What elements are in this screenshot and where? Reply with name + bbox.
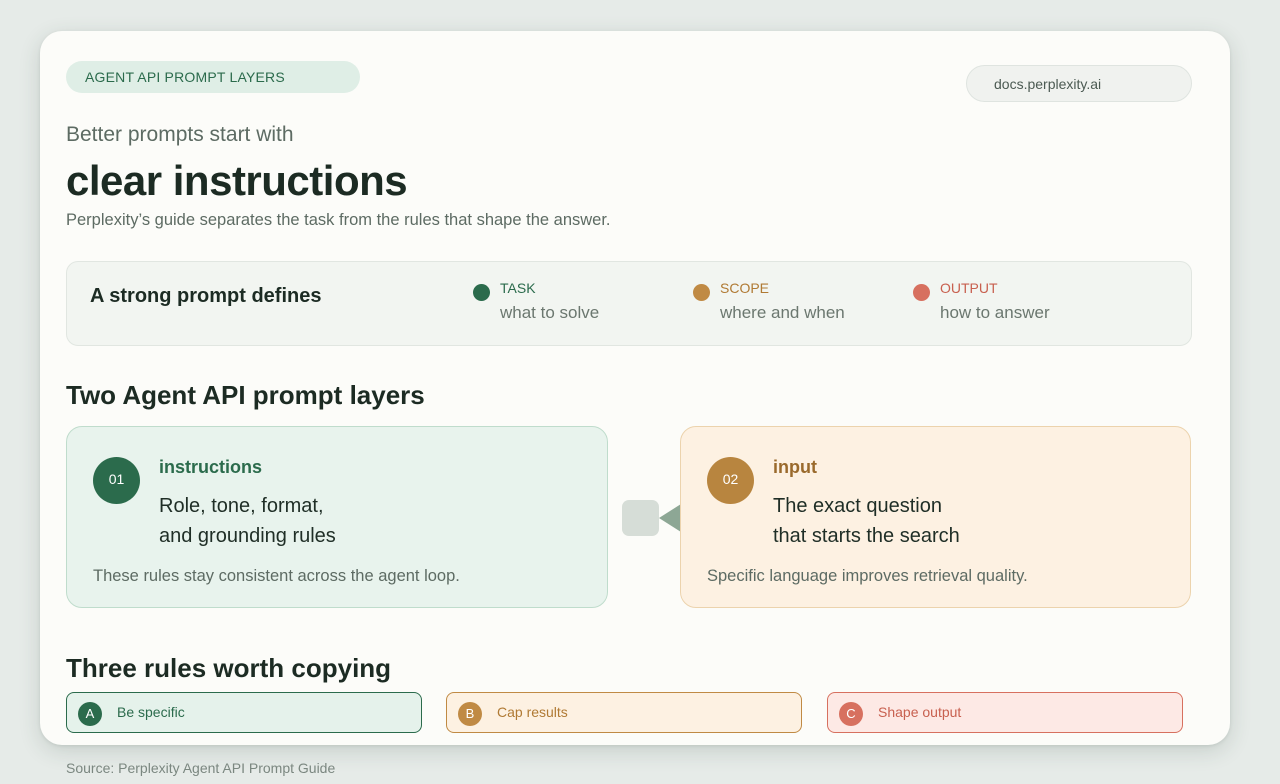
define-desc: where and when — [720, 303, 845, 322]
define-label: TASK — [500, 280, 536, 296]
rule-badge: C — [839, 702, 863, 726]
layers-section-title: Two Agent API prompt layers — [66, 380, 425, 410]
define-desc: what to solve — [500, 303, 600, 322]
layer-number-badge: 02 — [707, 457, 754, 504]
prompt-guide-card: AGENT API PROMPT LAYERS docs.perplexity.… — [40, 31, 1230, 745]
page-title: clear instructions — [66, 157, 408, 204]
kicker-badge: AGENT API PROMPT LAYERS — [66, 61, 360, 93]
layer-desc: The exact question that starts the searc… — [773, 495, 960, 547]
page-subtitle: Perplexity’s guide separates the task fr… — [66, 211, 611, 229]
layer-card-input: 02 input The exact question that starts … — [680, 426, 1191, 608]
page-eyebrow: Better prompts start with — [66, 123, 294, 146]
rule-label: Be specific — [117, 704, 185, 720]
rule-label: Shape output — [878, 704, 962, 720]
layer-key: input — [773, 457, 817, 477]
rule-be-specific[interactable]: A Be specific — [66, 692, 422, 733]
define-desc: how to answer — [940, 303, 1050, 322]
layer-number-badge: 01 — [93, 457, 140, 504]
output-dot-icon — [913, 284, 930, 301]
define-label: SCOPE — [720, 280, 770, 296]
rule-label: Cap results — [497, 704, 568, 720]
define-label: OUTPUT — [940, 280, 998, 296]
layer-note: These rules stay consistent across the a… — [93, 567, 460, 585]
defines-panel: A strong prompt defines TASK what to sol… — [66, 261, 1192, 346]
scope-dot-icon — [693, 284, 710, 301]
layer-desc: Role, tone, format, and grounding rules — [159, 495, 336, 547]
layer-note: Specific language improves retrieval qua… — [707, 567, 1028, 585]
layer-key: instructions — [159, 457, 263, 477]
rule-badge: A — [78, 702, 102, 726]
source-url-link[interactable]: docs.perplexity.ai — [966, 65, 1192, 102]
task-dot-icon — [473, 284, 490, 301]
connector-block — [622, 500, 659, 536]
layer-card-instructions: 01 instructions Role, tone, format, and … — [66, 426, 608, 608]
rules-section-title: Three rules worth copying — [66, 653, 392, 683]
rule-badge: B — [458, 702, 482, 726]
arrow-left-icon — [659, 504, 681, 532]
rule-shape-output[interactable]: C Shape output — [827, 692, 1183, 733]
defines-title: A strong prompt defines — [90, 285, 322, 307]
source-caption: Source: Perplexity Agent API Prompt Guid… — [66, 760, 336, 776]
rule-cap-results[interactable]: B Cap results — [446, 692, 802, 733]
